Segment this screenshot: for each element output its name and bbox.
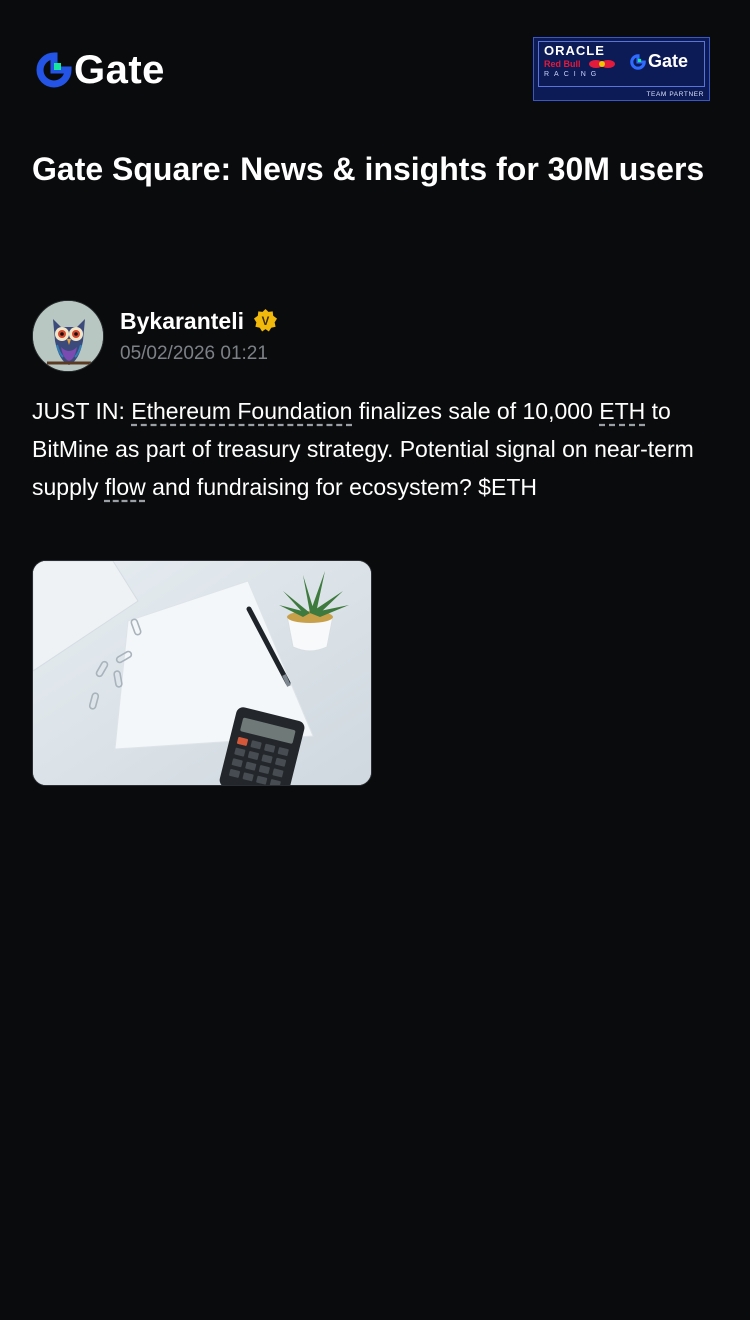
post-timestamp: 05/02/2026 01:21 [120,343,268,364]
post-text-segment: JUST IN: [32,398,132,424]
post-image[interactable] [32,560,372,786]
author-name[interactable]: Bykaranteli [120,306,244,336]
logo-text: Gate [74,48,165,92]
post-text: JUST IN: Ethereum Foundation finalizes s… [32,392,722,506]
post-text-segment: finalizes sale of 10,000 [352,398,600,424]
owl-avatar-image [33,301,103,371]
team-partner-tag: TEAM PARTNER [646,91,704,98]
page-title: Gate Square: News & insights for 30M use… [32,151,705,187]
link-ethereum-foundation[interactable]: Ethereum Foundation [131,398,352,424]
partner-gate-logo: Gate [630,51,688,72]
bulls-icon [589,60,615,68]
link-eth[interactable]: ETH [599,398,645,424]
team-partner-banner[interactable]: ORACLE Red Bull RACING Gate TEAM PARTNER [533,37,710,101]
desk-photo [33,561,371,785]
redbull-label: Red Bull [544,59,581,69]
link-flow[interactable]: flow [105,474,146,500]
partner-gate-text: Gate [648,51,689,71]
post-text-segment: and fundraising for ecosystem? $ETH [145,474,537,500]
gate-small-icon [630,53,646,70]
oracle-label: ORACLE [544,43,605,58]
verified-badge-icon: V [253,308,278,332]
page: Gate ORACLE Red Bull RACING Gate TEAM PA… [0,0,750,1320]
avatar[interactable] [32,300,104,372]
verified-badge-letter: V [262,316,270,328]
gate-logo[interactable]: Gate [36,48,165,92]
gate-logo-icon [36,52,72,88]
header: Gate ORACLE Red Bull RACING Gate TEAM PA… [0,0,750,140]
racing-label: RACING [544,71,602,78]
